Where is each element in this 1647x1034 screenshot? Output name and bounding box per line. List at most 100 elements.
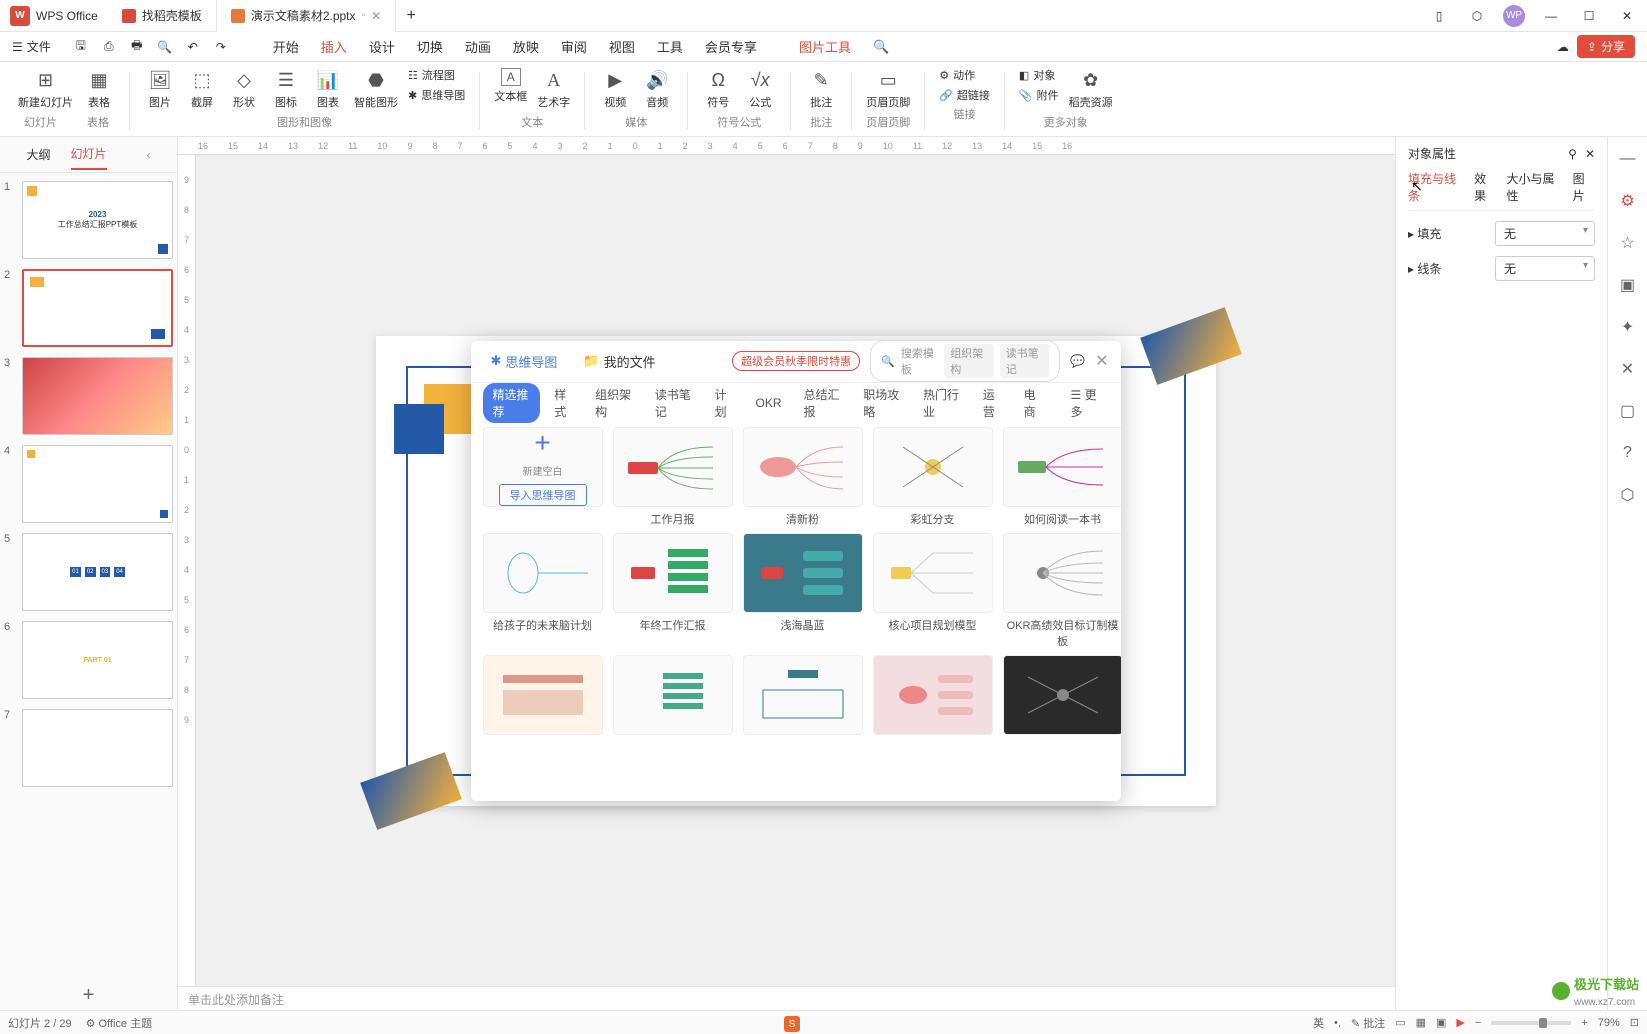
cat-item[interactable]: 运营 bbox=[975, 383, 1010, 423]
slide-thumb-5[interactable]: 501020304 bbox=[4, 533, 173, 611]
layers-icon[interactable]: ▣ bbox=[1616, 273, 1640, 297]
template-item[interactable] bbox=[483, 655, 603, 735]
prop-tab-picture[interactable]: 图片 bbox=[1573, 170, 1595, 204]
chat-icon[interactable]: 💬 bbox=[1070, 354, 1085, 368]
print-icon[interactable]: ⎙ bbox=[99, 37, 119, 57]
outline-tab[interactable]: 大纲 bbox=[26, 140, 50, 169]
chart-button[interactable]: 📊图表 bbox=[308, 66, 348, 112]
minimize-icon[interactable]: — bbox=[1539, 4, 1563, 28]
close-icon[interactable]: ✕ bbox=[1095, 351, 1108, 371]
new-slide-button[interactable]: ⊞新建幻灯片 bbox=[14, 66, 77, 112]
lang-indicator[interactable]: 英 bbox=[1313, 1015, 1324, 1031]
status-icon[interactable]: •, bbox=[1334, 1017, 1341, 1029]
collapse-icon[interactable]: — bbox=[1616, 147, 1640, 171]
view-reading-icon[interactable]: ▣ bbox=[1436, 1016, 1446, 1029]
tab-picture-tools[interactable]: 图片工具 bbox=[789, 33, 861, 60]
tab-menu-icon[interactable]: ▫ bbox=[362, 10, 366, 21]
cat-item[interactable]: 计划 bbox=[707, 383, 742, 423]
prop-tab-fill[interactable]: 填充与线条 bbox=[1408, 170, 1464, 204]
cat-item[interactable]: 职场攻略 bbox=[855, 383, 909, 423]
fit-icon[interactable]: ⊡ bbox=[1630, 1016, 1639, 1029]
tab-review[interactable]: 审阅 bbox=[551, 33, 597, 60]
zoom-out-icon[interactable]: − bbox=[1475, 1017, 1481, 1029]
status-icon[interactable]: ✎ 批注 bbox=[1351, 1015, 1385, 1031]
hyperlink-button[interactable]: 🔗超链接 bbox=[935, 86, 994, 104]
cat-item[interactable]: 总结汇报 bbox=[796, 383, 850, 423]
wordart-button[interactable]: A艺术字 bbox=[533, 66, 574, 112]
template-item[interactable] bbox=[743, 655, 863, 735]
maximize-icon[interactable]: ☐ bbox=[1577, 4, 1601, 28]
blank-template[interactable]: + 新建空白 导入思维导图 bbox=[483, 427, 603, 527]
object-button[interactable]: ◧对象 bbox=[1015, 66, 1063, 84]
close-icon[interactable]: ✕ bbox=[371, 9, 381, 23]
cat-item[interactable]: OKR bbox=[748, 393, 790, 413]
view-normal-icon[interactable]: ▭ bbox=[1395, 1016, 1405, 1029]
comment-button[interactable]: ✎批注 bbox=[801, 66, 841, 112]
cloud-icon[interactable]: ☁ bbox=[1557, 40, 1569, 54]
undo-icon[interactable]: ↶ bbox=[183, 37, 203, 57]
theme-label[interactable]: ⚙ Office 主题 bbox=[86, 1015, 153, 1031]
template-item[interactable] bbox=[1003, 655, 1121, 735]
view-slideshow-icon[interactable]: ▶ bbox=[1456, 1016, 1464, 1029]
search-input[interactable]: 🔍 搜索模板 组织架构 读书笔记 bbox=[870, 340, 1060, 382]
book-icon[interactable]: ▯ bbox=[1427, 4, 1451, 28]
tab-slideshow[interactable]: 放映 bbox=[503, 33, 549, 60]
tab-start[interactable]: 开始 bbox=[263, 33, 309, 60]
new-tab-button[interactable]: + bbox=[396, 0, 426, 32]
search-tag[interactable]: 读书笔记 bbox=[1000, 344, 1049, 378]
symbol-button[interactable]: Ω符号 bbox=[698, 66, 738, 112]
smartart-button[interactable]: ⬣智能图形 bbox=[350, 66, 402, 112]
shapes-button[interactable]: ◇形状 bbox=[224, 66, 264, 112]
zoom-value[interactable]: 79% bbox=[1598, 1017, 1620, 1029]
template-item[interactable] bbox=[613, 655, 733, 735]
zoom-in-icon[interactable]: + bbox=[1581, 1017, 1587, 1029]
cube-icon[interactable]: ⬡ bbox=[1465, 4, 1489, 28]
slides-tab[interactable]: 幻灯片 bbox=[71, 139, 107, 170]
template-item[interactable] bbox=[873, 655, 993, 735]
attachment-button[interactable]: 📎附件 bbox=[1015, 86, 1063, 104]
slide-thumb-1[interactable]: 12023工作总结汇报PPT模板 bbox=[4, 181, 173, 259]
add-slide-button[interactable]: + bbox=[0, 980, 177, 1010]
template-grid[interactable]: + 新建空白 导入思维导图 工作月报 清新粉 彩虹分支 如何阅读一本书 bbox=[471, 423, 1121, 801]
find-icon[interactable]: 🔍 bbox=[155, 37, 175, 57]
video-button[interactable]: ▶视频 bbox=[595, 66, 635, 112]
slide-canvas-viewport[interactable]: ✱思维导图 📁我的文件 超级会员秋季限时特惠 🔍 搜索模板 组织架构 读书笔记 … bbox=[196, 155, 1395, 986]
search-tab-icon[interactable]: 🔍 bbox=[863, 35, 899, 59]
cat-item[interactable]: 热门行业 bbox=[915, 383, 969, 423]
tab-templates[interactable]: 找稻壳模板 bbox=[108, 0, 217, 32]
book-icon[interactable]: ▢ bbox=[1616, 399, 1640, 423]
redo-icon[interactable]: ↷ bbox=[211, 37, 231, 57]
cat-item[interactable]: 读书笔记 bbox=[647, 383, 701, 423]
tools-icon[interactable]: ✕ bbox=[1616, 357, 1640, 381]
zoom-slider[interactable] bbox=[1491, 1021, 1571, 1025]
share-button[interactable]: ⇪ 分享 bbox=[1577, 35, 1635, 58]
docer-button[interactable]: ✿稻壳资源 bbox=[1065, 66, 1117, 112]
template-item[interactable]: 年终工作汇报 bbox=[613, 533, 733, 649]
notes-input[interactable]: 单击此处添加备注 bbox=[178, 986, 1395, 1010]
template-item[interactable]: 浅海晶蓝 bbox=[743, 533, 863, 649]
cat-item[interactable]: 样式 bbox=[546, 383, 581, 423]
slide-thumb-2[interactable]: 2 bbox=[4, 269, 173, 347]
line-select[interactable]: 无 bbox=[1495, 256, 1595, 281]
dialog-tab-mindmap[interactable]: ✱思维导图 bbox=[483, 348, 566, 375]
mindmap-button[interactable]: ✱思维导图 bbox=[404, 86, 469, 104]
action-button[interactable]: ⚙动作 bbox=[935, 66, 994, 84]
slide-thumb-7[interactable]: 7 bbox=[4, 709, 173, 787]
tab-member[interactable]: 会员专享 bbox=[695, 33, 767, 60]
user-avatar[interactable]: WP bbox=[1503, 5, 1525, 27]
pin-icon[interactable]: ⚲ bbox=[1568, 147, 1577, 161]
screenshot-button[interactable]: ⬚截屏 bbox=[182, 66, 222, 112]
chevron-left-icon[interactable]: ‹ bbox=[147, 148, 151, 162]
slide-list[interactable]: 12023工作总结汇报PPT模板 2 3 4 501020304 6PART 0… bbox=[0, 173, 177, 980]
help-icon[interactable]: ? bbox=[1616, 441, 1640, 465]
template-item[interactable]: 清新粉 bbox=[743, 427, 863, 527]
textbox-button[interactable]: A文本框 bbox=[490, 66, 531, 112]
file-menu[interactable]: ☰ 文件 bbox=[4, 34, 59, 59]
flowchart-button[interactable]: ☷流程图 bbox=[404, 66, 469, 84]
tab-tools[interactable]: 工具 bbox=[647, 33, 693, 60]
close-icon[interactable]: ✕ bbox=[1585, 147, 1595, 161]
cat-item[interactable]: 电商 bbox=[1016, 383, 1051, 423]
header-footer-button[interactable]: ▭页眉页脚 bbox=[862, 66, 914, 112]
template-item[interactable]: OKR高绩效目标订制模板 bbox=[1003, 533, 1121, 649]
tune-icon[interactable]: ⚙ bbox=[1616, 189, 1640, 213]
